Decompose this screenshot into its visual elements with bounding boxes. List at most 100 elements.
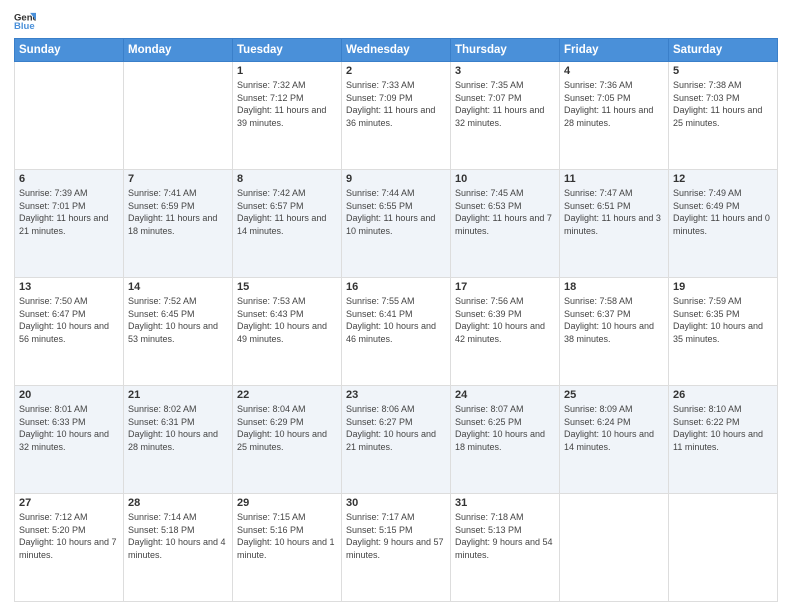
day-info: Sunrise: 7:12 AM Sunset: 5:20 PM Dayligh… xyxy=(19,511,119,561)
calendar-cell: 23 Sunrise: 8:06 AM Sunset: 6:27 PM Dayli… xyxy=(342,386,451,494)
day-number: 21 xyxy=(128,389,228,401)
day-number: 9 xyxy=(346,173,446,185)
day-number: 6 xyxy=(19,173,119,185)
calendar-cell: 17 Sunrise: 7:56 AM Sunset: 6:39 PM Dayli… xyxy=(451,278,560,386)
day-number: 13 xyxy=(19,281,119,293)
calendar-table: SundayMondayTuesdayWednesdayThursdayFrid… xyxy=(14,38,778,602)
day-info: Sunrise: 7:32 AM Sunset: 7:12 PM Dayligh… xyxy=(237,79,337,129)
day-info: Sunrise: 7:55 AM Sunset: 6:41 PM Dayligh… xyxy=(346,295,446,345)
day-info: Sunrise: 7:47 AM Sunset: 6:51 PM Dayligh… xyxy=(564,187,664,237)
day-number: 29 xyxy=(237,497,337,509)
calendar-cell: 28 Sunrise: 7:14 AM Sunset: 5:18 PM Dayli… xyxy=(124,494,233,602)
day-number: 1 xyxy=(237,65,337,77)
calendar-cell: 21 Sunrise: 8:02 AM Sunset: 6:31 PM Dayli… xyxy=(124,386,233,494)
logo-icon: General Blue xyxy=(14,10,36,32)
weekday-header: Monday xyxy=(124,39,233,62)
day-number: 26 xyxy=(673,389,773,401)
calendar-cell: 12 Sunrise: 7:49 AM Sunset: 6:49 PM Dayli… xyxy=(669,170,778,278)
day-info: Sunrise: 7:58 AM Sunset: 6:37 PM Dayligh… xyxy=(564,295,664,345)
day-info: Sunrise: 7:41 AM Sunset: 6:59 PM Dayligh… xyxy=(128,187,228,237)
calendar-week-row: 20 Sunrise: 8:01 AM Sunset: 6:33 PM Dayli… xyxy=(15,386,778,494)
calendar-cell xyxy=(669,494,778,602)
day-info: Sunrise: 7:14 AM Sunset: 5:18 PM Dayligh… xyxy=(128,511,228,561)
calendar-cell: 26 Sunrise: 8:10 AM Sunset: 6:22 PM Dayli… xyxy=(669,386,778,494)
day-info: Sunrise: 7:33 AM Sunset: 7:09 PM Dayligh… xyxy=(346,79,446,129)
day-info: Sunrise: 7:59 AM Sunset: 6:35 PM Dayligh… xyxy=(673,295,773,345)
day-number: 20 xyxy=(19,389,119,401)
calendar-cell: 7 Sunrise: 7:41 AM Sunset: 6:59 PM Daylig… xyxy=(124,170,233,278)
day-info: Sunrise: 8:02 AM Sunset: 6:31 PM Dayligh… xyxy=(128,403,228,453)
day-number: 23 xyxy=(346,389,446,401)
day-number: 30 xyxy=(346,497,446,509)
day-number: 8 xyxy=(237,173,337,185)
day-info: Sunrise: 7:50 AM Sunset: 6:47 PM Dayligh… xyxy=(19,295,119,345)
day-info: Sunrise: 8:10 AM Sunset: 6:22 PM Dayligh… xyxy=(673,403,773,453)
day-info: Sunrise: 7:52 AM Sunset: 6:45 PM Dayligh… xyxy=(128,295,228,345)
day-number: 15 xyxy=(237,281,337,293)
calendar-cell xyxy=(15,62,124,170)
calendar-cell: 4Sunrise: 7:36 AM Sunset: 7:05 PM Daylig… xyxy=(560,62,669,170)
day-info: Sunrise: 7:56 AM Sunset: 6:39 PM Dayligh… xyxy=(455,295,555,345)
calendar-cell: 14 Sunrise: 7:52 AM Sunset: 6:45 PM Dayli… xyxy=(124,278,233,386)
weekday-header: Friday xyxy=(560,39,669,62)
day-info: Sunrise: 8:04 AM Sunset: 6:29 PM Dayligh… xyxy=(237,403,337,453)
page-header: General Blue xyxy=(14,10,778,32)
day-number: 27 xyxy=(19,497,119,509)
calendar-cell: 11 Sunrise: 7:47 AM Sunset: 6:51 PM Dayli… xyxy=(560,170,669,278)
logo: General Blue xyxy=(14,10,36,32)
calendar-cell: 31 Sunrise: 7:18 AM Sunset: 5:13 PM Dayli… xyxy=(451,494,560,602)
calendar-cell: 20 Sunrise: 8:01 AM Sunset: 6:33 PM Dayli… xyxy=(15,386,124,494)
day-number: 18 xyxy=(564,281,664,293)
calendar-week-row: 1 Sunrise: 7:32 AM Sunset: 7:12 PM Daylig… xyxy=(15,62,778,170)
day-info: Sunrise: 7:49 AM Sunset: 6:49 PM Dayligh… xyxy=(673,187,773,237)
day-info: Sunrise: 7:15 AM Sunset: 5:16 PM Dayligh… xyxy=(237,511,337,561)
day-number: 24 xyxy=(455,389,555,401)
day-number: 28 xyxy=(128,497,228,509)
calendar-cell xyxy=(124,62,233,170)
calendar-cell: 16 Sunrise: 7:55 AM Sunset: 6:41 PM Dayli… xyxy=(342,278,451,386)
day-number: 16 xyxy=(346,281,446,293)
calendar-cell: 2 Sunrise: 7:33 AM Sunset: 7:09 PM Daylig… xyxy=(342,62,451,170)
calendar-cell: 15 Sunrise: 7:53 AM Sunset: 6:43 PM Dayli… xyxy=(233,278,342,386)
day-number: 12 xyxy=(673,173,773,185)
calendar-cell: 30 Sunrise: 7:17 AM Sunset: 5:15 PM Dayli… xyxy=(342,494,451,602)
day-info: Sunrise: 8:01 AM Sunset: 6:33 PM Dayligh… xyxy=(19,403,119,453)
day-info: Sunrise: 7:17 AM Sunset: 5:15 PM Dayligh… xyxy=(346,511,446,561)
calendar-cell: 29 Sunrise: 7:15 AM Sunset: 5:16 PM Dayli… xyxy=(233,494,342,602)
day-info: Sunrise: 7:38 AM Sunset: 7:03 PM Dayligh… xyxy=(673,79,773,129)
day-number: 19 xyxy=(673,281,773,293)
calendar-cell: 13 Sunrise: 7:50 AM Sunset: 6:47 PM Dayli… xyxy=(15,278,124,386)
day-number: 17 xyxy=(455,281,555,293)
day-number: 31 xyxy=(455,497,555,509)
calendar-cell: 8 Sunrise: 7:42 AM Sunset: 6:57 PM Daylig… xyxy=(233,170,342,278)
weekday-header: Thursday xyxy=(451,39,560,62)
calendar-cell: 3Sunrise: 7:35 AM Sunset: 7:07 PM Daylig… xyxy=(451,62,560,170)
day-info: Sunrise: 8:06 AM Sunset: 6:27 PM Dayligh… xyxy=(346,403,446,453)
day-info: Sunrise: 7:18 AM Sunset: 5:13 PM Dayligh… xyxy=(455,511,555,561)
day-number: 3 xyxy=(455,65,555,77)
day-number: 22 xyxy=(237,389,337,401)
day-info: Sunrise: 7:39 AM Sunset: 7:01 PM Dayligh… xyxy=(19,187,119,237)
weekday-header: Sunday xyxy=(15,39,124,62)
weekday-header: Wednesday xyxy=(342,39,451,62)
day-number: 7 xyxy=(128,173,228,185)
calendar-cell: 10Sunrise: 7:45 AM Sunset: 6:53 PM Dayli… xyxy=(451,170,560,278)
calendar-week-row: 6 Sunrise: 7:39 AM Sunset: 7:01 PM Daylig… xyxy=(15,170,778,278)
day-number: 25 xyxy=(564,389,664,401)
day-info: Sunrise: 7:44 AM Sunset: 6:55 PM Dayligh… xyxy=(346,187,446,237)
weekday-header: Saturday xyxy=(669,39,778,62)
calendar-cell: 5Sunrise: 7:38 AM Sunset: 7:03 PM Daylig… xyxy=(669,62,778,170)
calendar-cell: 22 Sunrise: 8:04 AM Sunset: 6:29 PM Dayli… xyxy=(233,386,342,494)
day-number: 11 xyxy=(564,173,664,185)
day-info: Sunrise: 7:53 AM Sunset: 6:43 PM Dayligh… xyxy=(237,295,337,345)
day-info: Sunrise: 7:42 AM Sunset: 6:57 PM Dayligh… xyxy=(237,187,337,237)
svg-text:Blue: Blue xyxy=(14,21,35,32)
calendar-cell: 24Sunrise: 8:07 AM Sunset: 6:25 PM Dayli… xyxy=(451,386,560,494)
day-number: 2 xyxy=(346,65,446,77)
day-number: 10 xyxy=(455,173,555,185)
calendar-cell xyxy=(560,494,669,602)
calendar-cell: 27 Sunrise: 7:12 AM Sunset: 5:20 PM Dayli… xyxy=(15,494,124,602)
calendar-cell: 1 Sunrise: 7:32 AM Sunset: 7:12 PM Daylig… xyxy=(233,62,342,170)
calendar-week-row: 27 Sunrise: 7:12 AM Sunset: 5:20 PM Dayli… xyxy=(15,494,778,602)
day-number: 14 xyxy=(128,281,228,293)
